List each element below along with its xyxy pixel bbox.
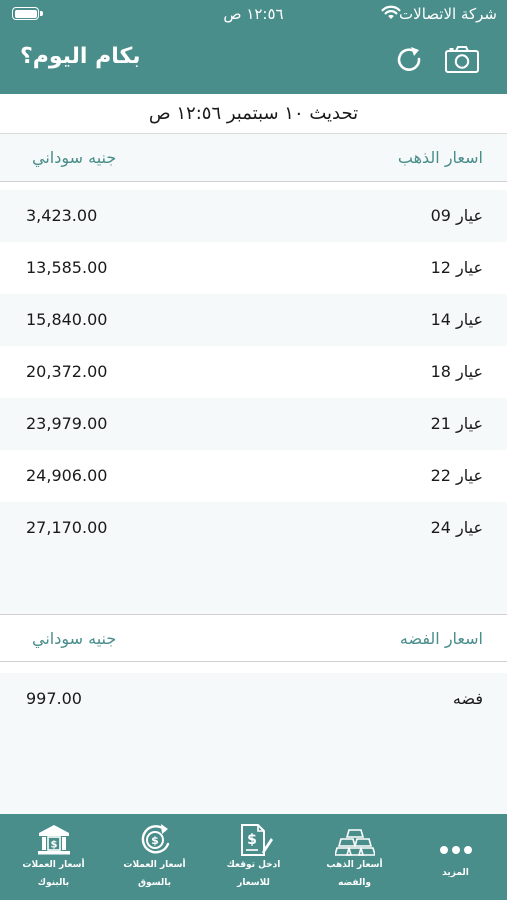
svg-text:$: $ xyxy=(247,832,257,848)
karat-label: عيار 24 xyxy=(430,518,483,537)
table-row: 20,372.00 عيار 18 xyxy=(0,346,507,398)
table-row: 13,585.00 عيار 12 xyxy=(0,242,507,294)
app-header: ١٢:٥٦ ص شركة الاتصالات بكام اليوم؟ xyxy=(0,0,507,94)
karat-label: عيار 09 xyxy=(430,206,483,225)
gold-label-header: اسعار الذهب xyxy=(397,148,483,167)
last-update-text: تحديث ١٠ سبتمبر ١٢:٥٦ ص xyxy=(0,94,507,134)
wifi-icon xyxy=(381,5,401,19)
tab-label: بالسوق xyxy=(138,878,171,888)
price-value: 20,372.00 xyxy=(26,362,108,381)
bank-icon: $ xyxy=(37,825,70,855)
price-value: 15,840.00 xyxy=(26,310,108,329)
section-spacer xyxy=(0,554,507,614)
gold-section-header: جنيه سوداني اسعار الذهب xyxy=(0,134,507,182)
svg-text:$: $ xyxy=(151,834,159,847)
bottom-spacer xyxy=(0,725,507,814)
karat-label: عيار 12 xyxy=(430,258,483,277)
tab-gold-silver[interactable]: أسعار الذهب والفضه xyxy=(304,814,405,900)
table-row: 997.00 فضه xyxy=(0,673,507,725)
more-icon xyxy=(439,846,472,854)
silver-label-header: اسعار الفضه xyxy=(399,629,483,648)
price-value: 24,906.00 xyxy=(26,466,108,485)
tab-label: أسعار العملات xyxy=(123,860,186,870)
table-row: 27,170.00 عيار 24 xyxy=(0,502,507,554)
tab-bank-rates[interactable]: $ أسعار العملات بالبنوك xyxy=(3,814,104,900)
document-dollar-icon: $ xyxy=(240,824,273,856)
gold-bars-icon xyxy=(334,829,375,856)
tab-label: للاسعار xyxy=(237,878,270,888)
tab-label: أسعار الذهب xyxy=(326,860,383,870)
karat-label: عيار 21 xyxy=(430,414,483,433)
silver-currency-header: جنيه سوداني xyxy=(32,629,117,648)
karat-label: عيار 18 xyxy=(430,362,483,381)
price-value: 3,423.00 xyxy=(26,206,98,225)
tab-label: بالبنوك xyxy=(37,878,70,888)
price-value: 997.00 xyxy=(26,689,82,708)
app-title: بكام اليوم؟ xyxy=(20,44,141,69)
tab-more[interactable]: المزيد xyxy=(405,814,506,900)
tab-label: ادخل توقعك xyxy=(226,860,281,870)
tab-label: أسعار العملات xyxy=(22,860,85,870)
metal-label: فضه xyxy=(452,689,483,708)
price-value: 13,585.00 xyxy=(26,258,108,277)
refresh-button[interactable] xyxy=(392,42,428,78)
table-row: 24,906.00 عيار 22 xyxy=(0,450,507,502)
price-value: 23,979.00 xyxy=(26,414,108,433)
karat-label: عيار 14 xyxy=(430,310,483,329)
price-value: 27,170.00 xyxy=(26,518,108,537)
tab-bar: $ أسعار العملات بالبنوك $ أسعار العملات … xyxy=(0,814,507,900)
tab-predictions[interactable]: $ ادخل توقعك للاسعار xyxy=(203,814,304,900)
table-row: 15,840.00 عيار 14 xyxy=(0,294,507,346)
gold-currency-header: جنيه سوداني xyxy=(32,148,117,167)
currency-exchange-icon: $ xyxy=(141,824,169,854)
karat-label: عيار 22 xyxy=(430,466,483,485)
tab-market-rates[interactable]: $ أسعار العملات بالسوق xyxy=(104,814,205,900)
tab-label: والفضه xyxy=(338,878,371,888)
tab-label: المزيد xyxy=(442,868,469,878)
silver-section-header: جنيه سوداني اسعار الفضه xyxy=(0,614,507,662)
table-row: 23,979.00 عيار 21 xyxy=(0,398,507,450)
camera-button[interactable] xyxy=(443,42,481,78)
status-bar: ١٢:٥٦ ص شركة الاتصالات xyxy=(0,0,507,30)
table-row: 3,423.00 عيار 09 xyxy=(0,190,507,242)
svg-text:$: $ xyxy=(50,840,57,851)
carrier-name: شركة الاتصالات xyxy=(399,5,497,23)
